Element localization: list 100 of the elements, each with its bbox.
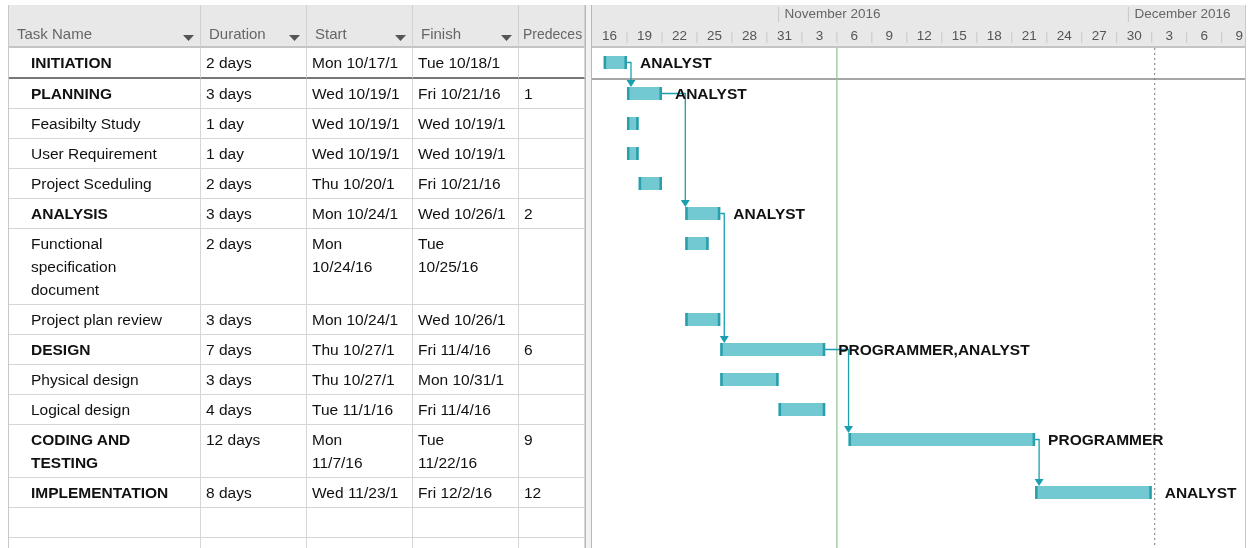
- task-name-cell: DESIGN: [9, 335, 201, 365]
- task-bar[interactable]: [1035, 486, 1152, 499]
- month-label: December 2016: [1134, 6, 1231, 21]
- task-bar[interactable]: [720, 343, 826, 356]
- table-cell: 2 days: [201, 169, 307, 199]
- resource-label: ANALYST: [674, 84, 747, 102]
- table-cell: Wed 11/23/1: [307, 478, 413, 508]
- task-name-cell: ANALYSIS: [9, 199, 201, 229]
- table-cell: Tue 11/22/16: [413, 425, 519, 478]
- table-cell: Fri 10/21/16: [413, 79, 519, 109]
- task-bar[interactable]: [685, 207, 721, 220]
- table-cell: Thu 10/27/1: [307, 365, 413, 395]
- task-bar[interactable]: [685, 313, 721, 326]
- column-header[interactable]: Task Name: [9, 5, 201, 48]
- table-cell: 12 days: [201, 425, 307, 478]
- task-name-cell: IMPLEMENTATION: [9, 478, 201, 508]
- task-name-cell: Project plan review: [9, 305, 201, 335]
- table-cell: Mon 11/7/16: [307, 425, 413, 478]
- table-cell: Tue 10/18/1: [413, 48, 519, 79]
- table-cell: 2 days: [201, 48, 307, 79]
- table-cell: 3 days: [201, 365, 307, 395]
- table-cell: Thu 10/27/1: [307, 335, 413, 365]
- resource-label: ANALYST: [1164, 483, 1237, 501]
- table-cell: 3 days: [201, 79, 307, 109]
- day-label: 25: [706, 28, 722, 43]
- day-label: 24: [1056, 28, 1072, 43]
- table-cell: 1 day: [201, 139, 307, 169]
- task-name-cell: Functional specification document: [9, 229, 201, 305]
- dependency-arrow: [626, 61, 636, 87]
- resource-label: ANALYST: [733, 204, 806, 222]
- column-header[interactable]: Duration: [201, 5, 307, 48]
- task-name-cell: INITIATION: [9, 48, 201, 79]
- dropdown-icon[interactable]: [395, 35, 406, 42]
- task-name-cell: CODING AND TESTING: [9, 425, 201, 478]
- table-cell: Wed 10/19/1: [307, 79, 413, 109]
- task-name-cell: Feasibilty Study: [9, 109, 201, 139]
- day-label: 31: [776, 28, 792, 43]
- resource-label: ANALYST: [640, 53, 712, 71]
- column-header[interactable]: Start: [307, 5, 413, 48]
- dropdown-icon[interactable]: [183, 35, 194, 42]
- task-bar[interactable]: [603, 56, 627, 69]
- dropdown-icon[interactable]: [289, 35, 300, 42]
- day-label: 18: [986, 28, 1002, 43]
- pane-splitter[interactable]: [585, 5, 592, 548]
- table-cell: Mon 10/31/1: [413, 365, 519, 395]
- table-cell: Wed 10/26/1: [413, 305, 519, 335]
- task-bar[interactable]: [627, 147, 639, 160]
- task-bar[interactable]: [778, 403, 826, 416]
- table-cell: 1 day: [201, 109, 307, 139]
- table-cell: Wed 10/19/1: [413, 139, 519, 169]
- task-name-cell: PLANNING: [9, 79, 201, 109]
- task-bar[interactable]: [685, 237, 709, 250]
- day-label: 16: [602, 28, 617, 43]
- day-label: 30: [1126, 28, 1142, 43]
- day-label: 15: [951, 28, 967, 43]
- day-label: 28: [741, 28, 757, 43]
- task-bar[interactable]: [627, 87, 662, 100]
- day-label: 21: [1021, 28, 1037, 43]
- dropdown-icon[interactable]: [501, 35, 512, 42]
- resource-label: PROGRAMMER,ANALYST: [838, 340, 1030, 358]
- day-label: 22: [671, 28, 687, 43]
- table-cell: Mon 10/24/1: [307, 305, 413, 335]
- task-name-cell: Physical design: [9, 365, 201, 395]
- task-bar[interactable]: [720, 373, 779, 386]
- table-cell: 3 days: [201, 199, 307, 229]
- dependency-arrow: [1034, 438, 1044, 486]
- day-label: 3: [815, 28, 824, 43]
- day-label: 6: [1200, 28, 1208, 43]
- table-cell: Tue 10/25/16: [413, 229, 519, 305]
- task-bar[interactable]: [627, 117, 639, 130]
- month-label: November 2016: [784, 6, 881, 21]
- task-bar[interactable]: [848, 433, 1036, 446]
- table-cell: Thu 10/20/1: [307, 169, 413, 199]
- table-cell: Mon 10/17/1: [307, 48, 413, 79]
- table-cell: Fri 10/21/16: [413, 169, 519, 199]
- table-cell: Tue 11/1/16: [307, 395, 413, 425]
- column-header[interactable]: Finish: [413, 5, 519, 48]
- day-label: 3: [1165, 28, 1173, 43]
- day-label: 9: [885, 28, 894, 43]
- table-cell: Mon 10/24/16: [307, 229, 413, 305]
- day-label: 6: [850, 28, 859, 43]
- table-cell: 7 days: [201, 335, 307, 365]
- table-cell: Mon 10/24/1: [307, 199, 413, 229]
- day-label: 27: [1091, 28, 1107, 43]
- table-cell: Wed 10/19/1: [413, 109, 519, 139]
- table-cell: 2 days: [201, 229, 307, 305]
- table-cell: Fri 11/4/16: [413, 395, 519, 425]
- table-cell: 3 days: [201, 305, 307, 335]
- task-name-cell: Project Sceduling: [9, 169, 201, 199]
- table-cell: Wed 10/19/1: [307, 109, 413, 139]
- day-label: 12: [916, 28, 932, 43]
- table-cell: Fri 11/4/16: [413, 335, 519, 365]
- table-cell: Fri 12/2/16: [413, 478, 519, 508]
- day-label: 9: [1235, 28, 1243, 43]
- task-name-cell: Logical design: [9, 395, 201, 425]
- task-bar[interactable]: [638, 177, 662, 190]
- table-cell: Wed 10/19/1: [307, 139, 413, 169]
- resource-label: PROGRAMMER: [1048, 430, 1164, 448]
- column-header[interactable]: Predeces: [519, 5, 585, 48]
- day-label: 19: [636, 28, 652, 43]
